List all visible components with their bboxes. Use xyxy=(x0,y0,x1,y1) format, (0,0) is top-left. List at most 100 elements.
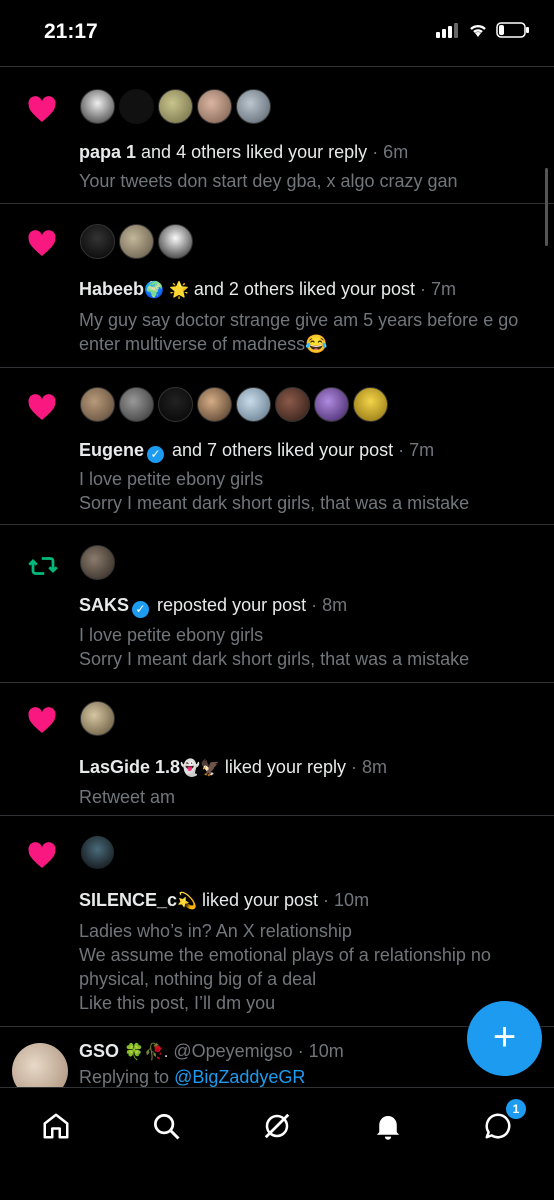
post-line: I love petite ebony girls xyxy=(79,469,264,489)
status-icons xyxy=(436,22,530,38)
tab-notifications[interactable] xyxy=(368,1106,408,1146)
avatar[interactable] xyxy=(314,387,349,422)
post-preview[interactable]: I love petite ebony girls Sorry I meant … xyxy=(79,467,540,515)
notification-item[interactable]: papa 1 and 4 others liked your reply · 6… xyxy=(0,67,554,204)
notifications-icon xyxy=(376,1116,400,1140)
messages-badge: 1 xyxy=(506,1099,526,1119)
liker-avatars xyxy=(80,387,388,422)
post-line: Ladies who’s in? An X relationship xyxy=(79,921,352,941)
actor-name[interactable]: SILENCE_c xyxy=(79,890,177,910)
post-line: Sorry I meant dark short girls, that was… xyxy=(79,649,470,669)
home-icon xyxy=(43,1113,69,1139)
notifications-feed[interactable]: papa 1 and 4 others liked your reply · 6… xyxy=(0,67,554,1027)
replying-to: Replying to @BigZaddyeGR xyxy=(79,1067,305,1088)
author-name[interactable]: GSO xyxy=(79,1041,119,1061)
liker-avatars xyxy=(80,89,271,124)
notification-item[interactable]: SILENCE_c💫 liked your post · 10m Ladies … xyxy=(0,816,554,1027)
bottom-tab-bar xyxy=(0,1087,554,1200)
search-icon xyxy=(154,1114,180,1140)
avatar[interactable] xyxy=(119,89,154,124)
tab-search[interactable] xyxy=(146,1106,186,1146)
notification-item[interactable]: LasGide 1.8👻🦅 liked your reply · 8m Retw… xyxy=(0,683,554,816)
liker-avatars xyxy=(80,701,115,736)
actor-name[interactable]: SAKS xyxy=(79,595,129,615)
avatar[interactable] xyxy=(197,387,232,422)
avatar[interactable] xyxy=(197,89,232,124)
heart-icon xyxy=(28,230,56,256)
post-preview[interactable]: Retweet am xyxy=(79,785,540,809)
verified-badge-icon: ✓ xyxy=(132,601,150,618)
wifi-icon xyxy=(470,24,486,37)
reply-header: GSO 🍀🥀. @Opeyemigso · 10m xyxy=(79,1041,344,1062)
post-preview[interactable]: Your tweets don start dey gba, x algo cr… xyxy=(79,169,540,193)
action-text: and 2 others liked your post xyxy=(188,279,416,299)
avatar[interactable] xyxy=(236,387,271,422)
status-bar: 21:17 xyxy=(0,0,554,66)
battery-icon xyxy=(496,22,529,38)
compose-button[interactable]: + xyxy=(467,1001,542,1076)
avatar[interactable] xyxy=(353,387,388,422)
avatar[interactable] xyxy=(80,387,115,422)
action-text: liked your reply xyxy=(219,757,346,777)
time-text: · 6m xyxy=(372,142,409,162)
liker-avatars xyxy=(80,835,115,870)
notification-item[interactable]: Habeeb🌍 🌟 and 2 others liked your post ·… xyxy=(0,204,554,368)
notification-text: Eugene ✓ and 7 others liked your post · 7… xyxy=(79,440,434,463)
post-line: We assume the emotional plays of a relat… xyxy=(79,945,491,989)
actor-name[interactable]: LasGide 1.8 xyxy=(79,757,180,777)
notification-item[interactable]: Eugene ✓ and 7 others liked your post · 7… xyxy=(0,368,554,525)
avatar[interactable] xyxy=(80,545,115,580)
action-text: and 4 others liked your reply xyxy=(136,142,368,162)
name-emoji: 🍀🥀. xyxy=(124,1044,169,1061)
notification-item[interactable]: SAKS ✓ reposted your post · 8m I love pet… xyxy=(0,525,554,683)
post-line: Your tweets don start dey gba, x algo cr… xyxy=(79,171,458,191)
avatar[interactable] xyxy=(158,224,193,259)
replying-to-label: Replying to xyxy=(79,1067,170,1087)
notification-text: LasGide 1.8👻🦅 liked your reply · 8m xyxy=(79,757,387,778)
post-preview[interactable]: Ladies who’s in? An X relationship We as… xyxy=(79,919,540,1015)
liker-avatars xyxy=(80,224,193,259)
avatar[interactable] xyxy=(80,224,115,259)
avatar[interactable] xyxy=(236,89,271,124)
avatar[interactable] xyxy=(80,89,115,124)
replying-to-handle[interactable]: @BigZaddyeGR xyxy=(174,1067,305,1087)
post-preview[interactable]: I love petite ebony girls Sorry I meant … xyxy=(79,623,540,671)
author-handle: @Opeyemigso xyxy=(173,1041,293,1061)
status-time: 21:17 xyxy=(44,20,98,43)
avatar[interactable] xyxy=(80,835,115,870)
action-text: reposted your post xyxy=(152,595,307,615)
time-text: · 8m xyxy=(350,757,387,777)
avatar[interactable] xyxy=(119,387,154,422)
reposter-avatars xyxy=(80,545,115,580)
time-text: · 10m xyxy=(297,1041,344,1061)
avatar[interactable] xyxy=(158,89,193,124)
avatar[interactable] xyxy=(158,387,193,422)
avatar[interactable] xyxy=(119,224,154,259)
actor-name[interactable]: Eugene xyxy=(79,440,144,460)
post-line: My guy say doctor strange give am 5 year… xyxy=(79,310,519,354)
action-text: and 7 others liked your post xyxy=(167,440,394,460)
heart-icon xyxy=(28,707,56,733)
repost-icon xyxy=(28,557,58,575)
avatar[interactable] xyxy=(80,701,115,736)
time-text: · 8m xyxy=(311,595,348,615)
heart-icon xyxy=(28,842,56,868)
notification-text: SAKS ✓ reposted your post · 8m xyxy=(79,595,347,618)
actor-name[interactable]: papa 1 xyxy=(79,142,136,162)
post-preview[interactable]: My guy say doctor strange give am 5 year… xyxy=(79,308,540,356)
time-text: · 7m xyxy=(420,279,457,299)
tab-home[interactable] xyxy=(36,1106,76,1146)
badge-emoji: 🌟 xyxy=(168,282,189,299)
notification-text: SILENCE_c💫 liked your post · 10m xyxy=(79,890,369,911)
verified-badge-icon: ✓ xyxy=(147,446,165,463)
scrollbar[interactable] xyxy=(545,168,548,246)
grok-icon xyxy=(264,1113,290,1139)
time-text: · 10m xyxy=(323,890,370,910)
heart-icon xyxy=(28,394,56,420)
time-text: · 7m xyxy=(398,440,435,460)
avatar[interactable] xyxy=(275,387,310,422)
post-line: I love petite ebony girls xyxy=(79,625,264,645)
actor-name[interactable]: Habeeb xyxy=(79,279,144,299)
actor-emoji: 💫 xyxy=(177,893,197,910)
tab-grok[interactable] xyxy=(257,1106,297,1146)
